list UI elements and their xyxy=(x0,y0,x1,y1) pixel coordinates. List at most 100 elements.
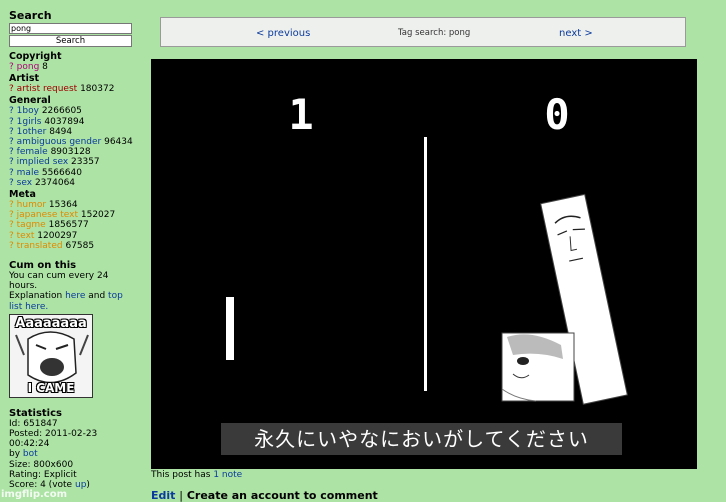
tag-item: ? 1other 8494 xyxy=(9,127,137,137)
tag-link-pong[interactable]: pong xyxy=(17,62,40,72)
stat-time: 00:42:24 xyxy=(9,439,50,450)
top-link[interactable]: top xyxy=(108,291,123,301)
statistics-title: Statistics xyxy=(9,407,62,419)
stat-size: Size: 800x600 xyxy=(9,459,74,470)
tag-count: 15364 xyxy=(48,200,78,211)
tag-help-link[interactable]: ? xyxy=(9,200,14,210)
copyright-title: Copyright xyxy=(9,51,62,62)
tag-item: ? japanese text 152027 xyxy=(9,210,137,220)
edit-link[interactable]: Edit xyxy=(151,489,175,502)
tag-help-link[interactable]: ? xyxy=(9,84,14,94)
tag-link-artist-request[interactable]: artist request xyxy=(17,84,78,94)
general-tags: ? 1boy 2266605 ? 1girls 4037894 ? 1other… xyxy=(9,106,137,188)
tag-help-link[interactable]: ? xyxy=(9,220,14,230)
tag-link-translated[interactable]: translated xyxy=(17,241,63,251)
and-text: and xyxy=(88,291,106,302)
tag-link-humor[interactable]: humor xyxy=(17,200,46,210)
search-title: Search xyxy=(9,9,52,22)
tag-help-link[interactable]: ? xyxy=(9,157,14,167)
tag-count: 5566640 xyxy=(41,167,82,178)
tag-item: ? ambiguous gender 96434 xyxy=(9,137,137,147)
notes-line: This post has 1 note xyxy=(151,470,242,480)
tag-count: 1200297 xyxy=(37,230,78,241)
comment-bar: Edit | Create an account to comment xyxy=(151,489,378,502)
tag-item: ? translated 67585 xyxy=(9,241,137,251)
tag-link-text[interactable]: text xyxy=(17,231,35,241)
tag-link-1boy[interactable]: 1boy xyxy=(17,106,39,116)
tag-count: 96434 xyxy=(104,137,133,148)
tag-item: ? pong 8 xyxy=(9,62,137,72)
manga-girl-panel xyxy=(501,332,575,402)
tag-count: 152027 xyxy=(80,210,116,221)
previous-link[interactable]: < previous xyxy=(256,28,310,39)
search-input[interactable] xyxy=(9,23,132,34)
cum-meme-image[interactable]: Aaaaaaaa I CAME xyxy=(9,313,93,398)
tag-link-1girls[interactable]: 1girls xyxy=(17,117,42,127)
translation-subtitle: 永久にいやなにおいがしてください xyxy=(221,423,622,455)
tag-help-link[interactable]: ? xyxy=(9,147,14,157)
tag-help-link[interactable]: ? xyxy=(9,127,14,137)
tag-item: ? 1girls 4037894 xyxy=(9,117,137,127)
tag-help-link[interactable]: ? xyxy=(9,168,14,178)
tag-link-implied-sex[interactable]: implied sex xyxy=(17,157,69,167)
tag-item: ? female 8903128 xyxy=(9,147,137,157)
tag-link-tagme[interactable]: tagme xyxy=(17,220,46,230)
cum-title: Cum on this xyxy=(9,260,77,272)
here-link[interactable]: here xyxy=(65,291,85,301)
tag-item: ? male 5566640 xyxy=(9,168,137,178)
search-button[interactable]: Search xyxy=(9,35,132,47)
tag-help-link[interactable]: ? xyxy=(9,106,14,116)
stat-score-suffix: ) xyxy=(86,480,90,491)
tag-link-ambiguous-gender[interactable]: ambiguous gender xyxy=(17,137,102,147)
pong-left-paddle xyxy=(226,297,234,360)
tag-count: 8494 xyxy=(49,126,73,137)
tag-item: ? tagme 1856577 xyxy=(9,220,137,230)
post-navigation: < previous Tag search: pong next > xyxy=(160,17,686,47)
tag-help-link[interactable]: ? xyxy=(9,62,14,72)
tag-link-japanese-text[interactable]: japanese text xyxy=(17,210,78,220)
tag-link-female[interactable]: female xyxy=(17,147,48,157)
pong-scene: 1 0 xyxy=(151,59,697,469)
tag-count: 2374064 xyxy=(34,177,76,188)
uploader-link[interactable]: bot xyxy=(23,449,38,459)
meta-title: Meta xyxy=(9,189,36,201)
notes-label: This post has xyxy=(151,470,211,480)
pong-score-right: 0 xyxy=(544,90,569,139)
meme-top-text: Aaaaaaaa xyxy=(15,315,87,331)
tag-help-link[interactable]: ? xyxy=(9,231,14,241)
stat-id: Id: 651847 xyxy=(9,418,58,429)
tag-help-link[interactable]: ? xyxy=(9,117,14,127)
tag-help-link[interactable]: ? xyxy=(9,178,14,188)
tag-item: ? 1boy 2266605 xyxy=(9,106,137,116)
tag-count: 4037894 xyxy=(44,116,85,127)
tag-link-sex[interactable]: sex xyxy=(17,178,32,188)
create-account-text: Create an account to comment xyxy=(186,489,378,502)
pong-score-left: 1 xyxy=(288,90,313,139)
tag-count: 67585 xyxy=(65,240,95,251)
tag-count: 23357 xyxy=(71,157,100,168)
tag-link-1other[interactable]: 1other xyxy=(17,127,47,137)
cum-explanation: Explanation here and top xyxy=(9,291,137,301)
tag-count: 2266605 xyxy=(41,106,82,117)
stat-by-label: by xyxy=(9,449,21,460)
stat-by: by bot xyxy=(9,449,137,459)
notes-link[interactable]: 1 note xyxy=(213,470,242,480)
meta-tags: ? humor 15364 ? japanese text 152027 ? t… xyxy=(9,200,137,251)
tag-link-male[interactable]: male xyxy=(17,168,39,178)
artist-title: Artist xyxy=(9,73,40,85)
next-link[interactable]: next > xyxy=(559,28,593,39)
imgflip-watermark: imgflip.com xyxy=(1,489,68,500)
tag-item: ? humor 15364 xyxy=(9,200,137,210)
stat-posted: Posted: 2011-02-23 xyxy=(9,429,98,440)
tag-help-link[interactable]: ? xyxy=(9,137,14,147)
top-list-link[interactable]: list here. xyxy=(9,302,48,312)
tag-help-link[interactable]: ? xyxy=(9,241,14,251)
post-image[interactable]: 1 0 永久にいやなにおいがしてください xyxy=(151,59,697,469)
statistics-block: Id: 651847 Posted: 2011-02-23 00:42:24 b… xyxy=(9,419,137,490)
meme-bottom-text: I CAME xyxy=(27,380,75,395)
tag-search-label: Tag search: pong xyxy=(398,28,471,38)
tag-help-link[interactable]: ? xyxy=(9,210,14,220)
vote-up-link[interactable]: up xyxy=(75,480,86,490)
tag-item: ? sex 2374064 xyxy=(9,178,137,188)
tag-item: ? implied sex 23357 xyxy=(9,157,137,167)
